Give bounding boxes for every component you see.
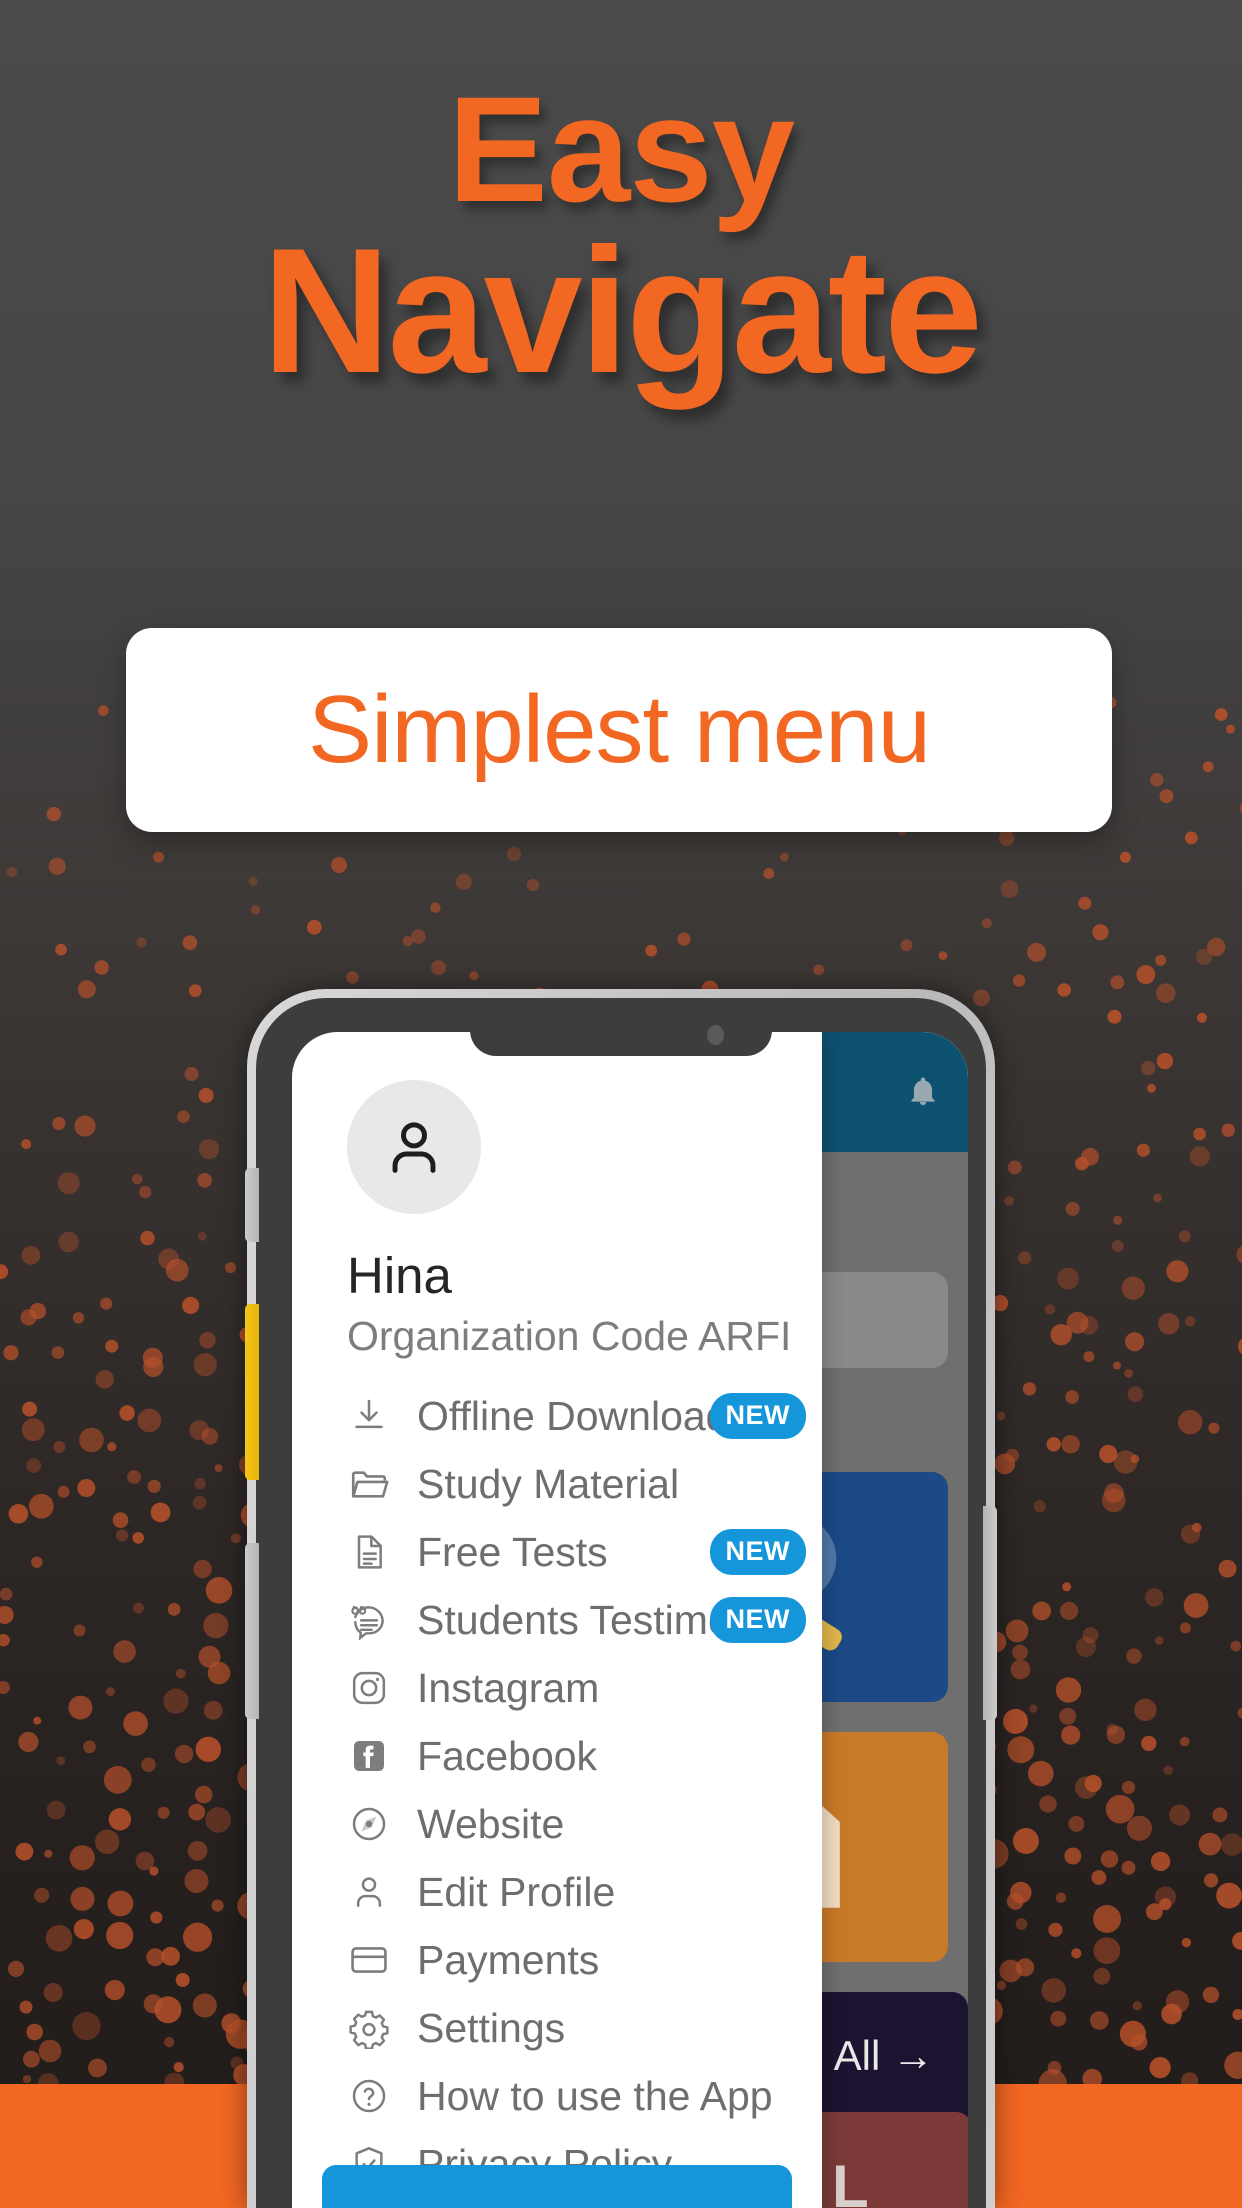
drawer-menu-item-instagram[interactable]: Instagram (292, 1654, 822, 1722)
instagram-icon (347, 1666, 391, 1710)
headline-line-2: Navigate (262, 211, 983, 410)
drawer-menu-item-edit-profile[interactable]: Edit Profile (292, 1858, 822, 1926)
drawer-menu-item-payments[interactable]: Payments (292, 1926, 822, 1994)
drawer-menu-item-label: How to use the App (417, 2073, 773, 2119)
drawer-menu-list: Offline Downloads NEW Study Material Free T… (292, 1382, 822, 2198)
card-icon (347, 1938, 391, 1982)
drawer-menu-item-website[interactable]: Website (292, 1790, 822, 1858)
drawer-menu-item-study-material[interactable]: Study Material (292, 1450, 822, 1518)
front-camera (707, 1025, 724, 1045)
drawer-menu-item-facebook[interactable]: Facebook (292, 1722, 822, 1790)
drawer-menu-item-label: Instagram (417, 1665, 600, 1711)
drawer-menu-item-offline-downloads[interactable]: Offline Downloads NEW (292, 1382, 822, 1450)
drawer-menu-item-how-to-use-the-app[interactable]: How to use the App (292, 2062, 822, 2130)
drawer-menu-item-label: Edit Profile (417, 1869, 616, 1915)
drawer-menu-item-free-tests[interactable]: Free Tests NEW (292, 1518, 822, 1586)
document-icon (347, 1530, 391, 1574)
gear-icon (347, 2006, 391, 2050)
volume-down-button[interactable] (245, 1543, 259, 1719)
avatar[interactable] (347, 1080, 481, 1214)
drawer-menu-item-label: Study Material (417, 1461, 680, 1507)
website-icon (347, 1802, 391, 1846)
bell-icon[interactable] (906, 1072, 940, 1110)
testimonial-icon (347, 1598, 391, 1642)
phone-mockup: p (245, 989, 997, 2208)
drawer-user-name: Hina (347, 1247, 452, 1304)
promo-stage: Easy Navigate Simplest menu All → L Hina… (0, 0, 1242, 2208)
drawer-menu-item-label: Settings (417, 2005, 566, 2051)
new-badge: NEW (709, 1529, 806, 1575)
drawer-menu-item-label: Facebook (417, 1733, 598, 1779)
power-button[interactable] (983, 1506, 997, 1720)
phone-notch (470, 998, 772, 1056)
drawer-menu-item-settings[interactable]: Settings (292, 1994, 822, 2062)
person-icon (392, 1122, 436, 1173)
app-view-all-link[interactable]: All → (834, 2032, 934, 2080)
help-icon (347, 2074, 391, 2118)
subtitle-pill-text: Simplest menu (308, 676, 931, 783)
mute-switch[interactable] (245, 1168, 259, 1242)
new-badge: NEW (709, 1597, 806, 1643)
navigation-drawer: Hina Organization Code ARFI Offline Down… (292, 1032, 822, 2208)
subtitle-pill: Simplest menu (126, 628, 1112, 832)
volume-up-button[interactable] (245, 1304, 259, 1480)
drawer-menu-item-label: Payments (417, 1937, 600, 1983)
folder-icon (347, 1462, 391, 1506)
facebook-icon (347, 1734, 391, 1778)
drawer-cta-button[interactable] (322, 2165, 792, 2208)
drawer-menu-item-label: Free Tests (417, 1529, 608, 1575)
new-badge: NEW (709, 1393, 806, 1439)
headline-line-1: Easy (447, 65, 795, 233)
drawer-menu-item-label: Website (417, 1801, 565, 1847)
download-icon (347, 1394, 391, 1438)
app-card-letter: L (832, 2153, 869, 2208)
phone-screen: p (292, 1032, 968, 2208)
person-icon (347, 1870, 391, 1914)
drawer-menu-item-label: Offline Downloads (417, 1393, 749, 1439)
phone-body: p (245, 998, 997, 2208)
drawer-menu-item-students-testimonial[interactable]: Students Testimonial NEW (292, 1586, 822, 1654)
drawer-org-code: Organization Code ARFI (347, 1313, 792, 1359)
